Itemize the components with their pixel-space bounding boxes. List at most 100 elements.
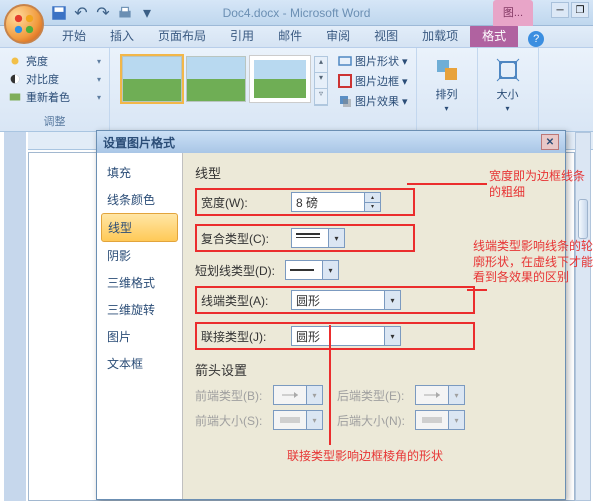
ribbon-body: 亮度▾ 对比度▾ 重新着色▾ 调整 ▴ ▾ ▿ 图片形状 ▾ 图片边框 ▾ 图片… xyxy=(0,48,593,132)
group-picture-styles: ▴ ▾ ▿ 图片形状 ▾ 图片边框 ▾ 图片效果 ▾ xyxy=(110,48,417,131)
context-tab-header: 图... xyxy=(493,0,533,26)
cap-value: 圆形 xyxy=(296,292,320,309)
format-picture-dialog: 设置图片格式 ✕ 填充 线条颜色 线型 阴影 三维格式 三维旋转 图片 文本框 … xyxy=(96,130,566,500)
arrow-type-row: 前端类型(B): ▾ 后端类型(E): ▾ xyxy=(195,385,553,405)
scrollbar-thumb[interactable] xyxy=(578,199,588,239)
annot-line-2 xyxy=(467,289,487,291)
gallery-up-icon[interactable]: ▴ xyxy=(315,57,327,73)
arrange-button[interactable]: 排列▾ xyxy=(425,52,469,117)
begin-type-combo: ▾ xyxy=(273,385,323,405)
picture-effects-button[interactable]: 图片效果 ▾ xyxy=(338,92,408,110)
end-size-label: 后端大小(N): xyxy=(337,412,415,429)
join-row: 联接类型(J): 圆形 ▾ xyxy=(195,322,475,350)
picture-shape-button[interactable]: 图片形状 ▾ xyxy=(338,52,408,70)
tab-page-layout[interactable]: 页面布局 xyxy=(146,24,218,47)
dropdown-icon[interactable]: ▾ xyxy=(384,327,400,345)
annotation-width: 宽度即为边框线条的粗细 xyxy=(489,169,589,200)
width-value: 8 磅 xyxy=(296,194,318,211)
begin-size-label: 前端大小(S): xyxy=(195,412,273,429)
dropdown-icon[interactable]: ▾ xyxy=(328,229,344,247)
vertical-ruler-area xyxy=(4,132,26,501)
width-row: 宽度(W): 8 磅 ▴▾ xyxy=(195,188,415,216)
width-spinner[interactable]: 8 磅 ▴▾ xyxy=(291,192,381,212)
brightness-button[interactable]: 亮度▾ xyxy=(8,52,101,70)
width-label: 宽度(W): xyxy=(201,194,291,211)
help-icon[interactable]: ? xyxy=(528,31,544,47)
picture-styles-gallery: ▴ ▾ ▿ xyxy=(118,52,332,110)
join-label: 联接类型(J): xyxy=(201,328,291,345)
compound-row: 复合类型(C): ▾ xyxy=(195,224,415,252)
tab-review[interactable]: 审阅 xyxy=(314,24,362,47)
compound-label: 复合类型(C): xyxy=(201,230,291,247)
spin-down-icon[interactable]: ▾ xyxy=(364,203,380,212)
style-item-3[interactable] xyxy=(250,56,310,102)
qat-dropdown-icon[interactable]: ▾ xyxy=(138,4,156,22)
dash-preview-icon xyxy=(290,266,314,274)
print-icon[interactable] xyxy=(116,4,134,22)
tab-home[interactable]: 开始 xyxy=(50,24,98,47)
office-button[interactable] xyxy=(4,4,44,44)
minimize-button[interactable]: ─ xyxy=(551,2,569,18)
nav-3d-format[interactable]: 三维格式 xyxy=(101,269,178,296)
nav-picture[interactable]: 图片 xyxy=(101,323,178,350)
nav-3d-rotation[interactable]: 三维旋转 xyxy=(101,296,178,323)
size-button[interactable]: 大小▾ xyxy=(486,52,530,117)
dialog-titlebar[interactable]: 设置图片格式 ✕ xyxy=(97,131,565,153)
gallery-more-icon[interactable]: ▿ xyxy=(315,89,327,105)
group-label-adjust: 调整 xyxy=(8,111,101,129)
document-title: Doc4.docx - Microsoft Word xyxy=(223,6,371,20)
redo-icon[interactable]: ↷ xyxy=(94,4,112,22)
tab-view[interactable]: 视图 xyxy=(362,24,410,47)
gallery-scroll: ▴ ▾ ▿ xyxy=(314,56,328,106)
begin-type-label: 前端类型(B): xyxy=(195,387,273,404)
dropdown-icon[interactable]: ▾ xyxy=(384,291,400,309)
cap-combo[interactable]: 圆形 ▾ xyxy=(291,290,401,310)
end-type-combo: ▾ xyxy=(415,385,465,405)
nav-fill[interactable]: 填充 xyxy=(101,159,178,186)
cap-row: 线端类型(A): 圆形 ▾ xyxy=(195,286,475,314)
tab-references[interactable]: 引用 xyxy=(218,24,266,47)
dialog-title: 设置图片格式 xyxy=(103,134,175,151)
annotation-cap: 线端类型影响线条的轮廓形状，在虚线下才能看到各效果的区别 xyxy=(473,239,593,286)
dash-combo[interactable]: ▾ xyxy=(285,260,339,280)
arrow-size-row: 前端大小(S): ▾ 后端大小(N): ▾ xyxy=(195,410,553,430)
annot-line-1 xyxy=(407,183,487,185)
section-arrows: 箭头设置 xyxy=(195,360,553,379)
tab-format[interactable]: 格式 xyxy=(470,24,518,47)
nav-line-style[interactable]: 线型 xyxy=(101,213,178,242)
tab-addins[interactable]: 加载项 xyxy=(410,24,470,47)
compound-combo[interactable]: ▾ xyxy=(291,228,345,248)
group-size: 大小▾ xyxy=(478,48,539,131)
nav-line-color[interactable]: 线条颜色 xyxy=(101,186,178,213)
quick-access-toolbar: ↶ ↷ ▾ xyxy=(50,4,156,22)
compound-preview-icon xyxy=(296,233,320,243)
nav-shadow[interactable]: 阴影 xyxy=(101,242,178,269)
group-arrange: 排列▾ xyxy=(417,48,478,131)
begin-size-combo: ▾ xyxy=(273,410,323,430)
join-combo[interactable]: 圆形 ▾ xyxy=(291,326,401,346)
style-item-2[interactable] xyxy=(186,56,246,102)
dialog-close-button[interactable]: ✕ xyxy=(541,134,559,150)
spin-up-icon[interactable]: ▴ xyxy=(364,193,380,203)
end-type-label: 后端类型(E): xyxy=(337,387,415,404)
dash-label: 短划线类型(D): xyxy=(195,262,285,279)
tab-mailings[interactable]: 邮件 xyxy=(266,24,314,47)
contrast-button[interactable]: 对比度▾ xyxy=(8,70,101,88)
style-item-1[interactable] xyxy=(122,56,182,102)
gallery-down-icon[interactable]: ▾ xyxy=(315,73,327,89)
window-controls: ─ ❐ xyxy=(551,2,589,18)
group-adjust: 亮度▾ 对比度▾ 重新着色▾ 调整 xyxy=(0,48,110,131)
nav-text-box[interactable]: 文本框 xyxy=(101,350,178,377)
save-icon[interactable] xyxy=(50,4,68,22)
end-size-combo: ▾ xyxy=(415,410,465,430)
annot-line-3 xyxy=(329,325,331,445)
titlebar: ↶ ↷ ▾ Doc4.docx - Microsoft Word 图... ─ … xyxy=(0,0,593,26)
annotation-join: 联接类型影响边框棱角的形状 xyxy=(287,449,443,465)
picture-border-button[interactable]: 图片边框 ▾ xyxy=(338,72,408,90)
recolor-button[interactable]: 重新着色▾ xyxy=(8,88,101,106)
restore-button[interactable]: ❐ xyxy=(571,2,589,18)
undo-icon[interactable]: ↶ xyxy=(72,4,90,22)
dialog-main-panel: 线型 宽度(W): 8 磅 ▴▾ 复合类型(C): ▾ 短划线类型(D): xyxy=(183,153,565,499)
tab-insert[interactable]: 插入 xyxy=(98,24,146,47)
dropdown-icon[interactable]: ▾ xyxy=(322,261,338,279)
